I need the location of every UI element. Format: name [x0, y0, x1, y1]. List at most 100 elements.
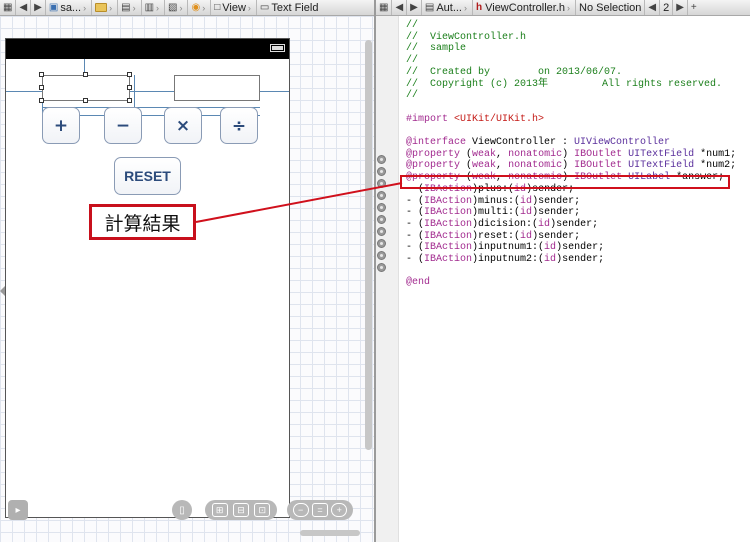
counterparts-menu[interactable]: ▤ Aut... ›	[422, 0, 473, 15]
jump-item-controller[interactable]: ▧ ›	[165, 0, 189, 15]
object-icon: ◉	[191, 2, 201, 13]
back-button[interactable]: ◀	[392, 0, 408, 15]
add-editor-button[interactable]: +	[688, 0, 700, 15]
zoom-in-icon[interactable]: +	[331, 503, 348, 517]
plus-icon: +	[690, 2, 697, 13]
scene-preview-button[interactable]: ▸	[8, 500, 28, 520]
jump-item-selection[interactable]: No Selection	[576, 0, 646, 15]
outlet-connection-icon[interactable]	[377, 167, 386, 176]
counterpart-prev-button[interactable]: ◀	[645, 0, 661, 15]
counterpart-counter-label: 2	[663, 1, 670, 14]
code-line[interactable]: - (IBAction)minus:(id)sender;	[406, 196, 580, 208]
code-line[interactable]: - (IBAction)multi:(id)sender;	[406, 207, 580, 219]
outlet-connection-icon[interactable]	[377, 215, 386, 224]
layout-controls: ⊞ ⊟ ⊡	[205, 500, 277, 520]
outlet-connection-icon[interactable]	[377, 179, 386, 188]
outlet-connection-icon[interactable]	[377, 263, 386, 272]
code-line[interactable]: //	[406, 20, 418, 32]
code-line[interactable]: - (IBAction)inputnum1:(id)sender;	[406, 242, 604, 254]
outlet-connection-icon[interactable]	[377, 155, 386, 164]
resize-handle[interactable]	[39, 98, 44, 103]
plus-button[interactable]: +	[42, 107, 80, 144]
multiply-button[interactable]: ×	[164, 107, 202, 144]
assistant-icon: ▤	[424, 2, 435, 13]
resize-handle[interactable]	[39, 72, 44, 77]
chevron-right-icon: ›	[567, 2, 571, 13]
forward-button[interactable]: ▶	[407, 0, 422, 15]
counterpart-counter: 2	[660, 0, 674, 15]
jump-item-project-label: sa...	[60, 1, 82, 14]
resize-handle[interactable]	[127, 98, 132, 103]
related-items-button[interactable]: ▦	[0, 0, 17, 15]
outlet-connection-icon[interactable]	[377, 239, 386, 248]
assistant-editor-jump-bar: ▦ ◀ ▶ ▤ Aut... › h ViewController.h › No…	[376, 0, 750, 16]
project-file-icon: ▣	[48, 2, 59, 13]
folder-icon	[95, 3, 108, 12]
outlet-connection-icon[interactable]	[377, 227, 386, 236]
reset-button[interactable]: RESET	[114, 157, 181, 195]
highlight-box	[400, 175, 730, 189]
code-line[interactable]: // ViewController.h	[406, 32, 526, 44]
code-line[interactable]: @property (weak, nonatomic) IBOutlet UIT…	[406, 149, 736, 161]
answer-label-callout[interactable]: 計算結果	[89, 204, 196, 240]
outlet-connection-icon[interactable]	[377, 251, 386, 260]
interface-builder-jump-bar: ▦ ◀ ▶ ▣ sa... › › ▤ › ▥ › ▧ › ◉ › □ View…	[0, 0, 374, 16]
jump-item-file[interactable]: h ViewController.h ›	[473, 0, 577, 15]
code-line[interactable]: // Created by on 2013/06/07.	[406, 67, 622, 79]
back-arrow-icon: ◀	[648, 2, 657, 13]
jump-item-text-field-label: Text Field	[271, 1, 319, 14]
related-items-button[interactable]: ▦	[376, 0, 393, 15]
jump-item-scene[interactable]: ▥ ›	[142, 0, 166, 15]
jump-item-object[interactable]: ◉ ›	[188, 0, 212, 15]
code-line[interactable]: - (IBAction)dicision:(id)sender;	[406, 219, 598, 231]
outlet-connection-icon[interactable]	[377, 203, 386, 212]
code-line[interactable]: //	[406, 90, 418, 102]
zoom-fit-icon[interactable]: =	[311, 503, 328, 517]
num2-text-field[interactable]	[174, 75, 260, 101]
resize-handle[interactable]	[83, 98, 88, 103]
divide-button[interactable]: ÷	[220, 107, 258, 144]
pin-icon[interactable]: ⊟	[232, 503, 249, 517]
resolve-icon[interactable]: ⊡	[254, 503, 271, 517]
resize-handle[interactable]	[39, 85, 44, 90]
zoom-out-icon[interactable]: −	[292, 503, 309, 517]
forward-arrow-icon: ▶	[410, 2, 418, 13]
resize-handle[interactable]	[127, 72, 132, 77]
code-line[interactable]: @interface ViewController : UIViewContro…	[406, 137, 670, 149]
code-line[interactable]: // sample	[406, 43, 466, 55]
outlet-connection-icon[interactable]	[377, 191, 386, 200]
jump-item-storyboard[interactable]: ▤ ›	[118, 0, 142, 15]
chevron-right-icon: ›	[247, 2, 251, 13]
forward-button[interactable]: ▶	[31, 0, 46, 15]
code-editor[interactable]: //// ViewController.h// sample//// Creat…	[376, 16, 750, 542]
code-line[interactable]: - (IBAction)inputnum2:(id)sender;	[406, 254, 604, 266]
code-line[interactable]: @property (weak, nonatomic) IBOutlet UIT…	[406, 160, 736, 172]
canvas-vertical-scrollbar[interactable]	[365, 40, 372, 450]
play-icon: ▸	[15, 504, 21, 516]
counterpart-next-button[interactable]: ▶	[673, 0, 688, 15]
battery-icon	[270, 44, 285, 52]
device-button[interactable]: ▯	[172, 500, 192, 520]
counterparts-label: Aut...	[436, 1, 462, 14]
minus-button[interactable]: −	[104, 107, 142, 144]
chevron-right-icon: ›	[179, 2, 183, 13]
back-button[interactable]: ◀	[16, 0, 32, 15]
resize-handle[interactable]	[127, 85, 132, 90]
code-line[interactable]: @end	[406, 277, 430, 289]
code-line[interactable]: #import <UIKit/UIKit.h>	[406, 114, 544, 126]
forward-arrow-icon: ▶	[34, 2, 42, 13]
code-line[interactable]: // Copyright (c) 2013年 All rights reserv…	[406, 79, 722, 91]
jump-item-text-field[interactable]: ▭ Text Field	[257, 0, 322, 15]
scene-icon: ▥	[144, 2, 155, 13]
align-icon[interactable]: ⊞	[211, 503, 228, 517]
resize-handle[interactable]	[83, 72, 88, 77]
line-gutter	[376, 16, 399, 542]
jump-item-view[interactable]: □ View ›	[211, 0, 257, 15]
interface-builder-canvas[interactable]: + − × ÷ RESET 計算結果 ▸ ▯ ⊞ ⊟ ⊡ − = +	[0, 16, 374, 542]
canvas-horizontal-scrollbar[interactable]	[300, 530, 360, 536]
code-line[interactable]: - (IBAction)reset:(id)sender;	[406, 231, 580, 243]
jump-item-folder[interactable]: ›	[92, 0, 119, 15]
text-field-icon: ▭	[259, 2, 270, 13]
code-line[interactable]: //	[406, 55, 418, 67]
jump-item-project[interactable]: ▣ sa... ›	[46, 0, 93, 15]
